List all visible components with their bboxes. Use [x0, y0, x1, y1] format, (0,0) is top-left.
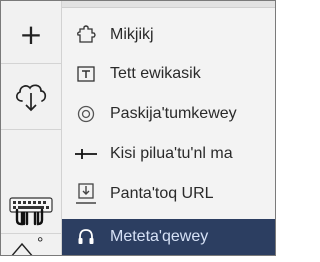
keyboard-input-button[interactable] — [1, 191, 61, 231]
cloud-download-button[interactable] — [1, 67, 61, 125]
divider-line-icon — [62, 146, 110, 162]
dropdown-menu: Mikjikj Tett ewikasik Paskija'tumkewey K… — [62, 1, 275, 255]
menu-item-label: Paskija'tumkewey — [110, 105, 237, 122]
triangle-circle-icon — [11, 242, 33, 255]
menu-item-meteta-qewey[interactable]: Meteta'qewey — [62, 219, 275, 255]
plus-icon: + — [19, 18, 43, 51]
shapes-button[interactable]: ° — [1, 235, 61, 255]
toolbar-separator — [1, 63, 61, 64]
text-box-icon — [62, 65, 110, 83]
target-icon — [62, 104, 110, 124]
download-tray-icon — [62, 182, 110, 206]
cloud-download-icon — [16, 84, 47, 112]
menu-item-label: Tett ewikasik — [110, 65, 201, 82]
menu-item-label: Panta'toq URL — [110, 185, 214, 202]
degree-mark: ° — [37, 235, 44, 252]
menu-item-mikjikj[interactable]: Mikjikj — [62, 18, 275, 52]
menu-item-paskija-tumkewey[interactable]: Paskija'tumkewey — [62, 97, 275, 131]
left-toolbar: + ° — [1, 1, 62, 255]
menu-item-label: Meteta'qewey — [110, 228, 209, 245]
menu-item-kisi-pilua-tu-nl-ma[interactable]: Kisi pilua'tu'nl ma — [62, 137, 275, 171]
toolbar-separator — [1, 129, 61, 130]
menu-top-edge — [62, 1, 275, 8]
puzzle-icon — [62, 25, 110, 45]
app-window: + ° Mikjikj Tett ewikasik Paskija'tumkew… — [0, 0, 276, 256]
headphones-icon — [62, 227, 110, 247]
toolbar-separator — [1, 233, 61, 234]
keyboard-icon — [9, 197, 53, 226]
menu-item-tett-ewikasik[interactable]: Tett ewikasik — [62, 57, 275, 91]
add-button[interactable]: + — [1, 15, 61, 55]
menu-item-label: Mikjikj — [110, 26, 154, 43]
menu-item-label: Kisi pilua'tu'nl ma — [110, 145, 233, 162]
menu-item-panta-toq-url[interactable]: Panta'toq URL — [62, 177, 275, 211]
